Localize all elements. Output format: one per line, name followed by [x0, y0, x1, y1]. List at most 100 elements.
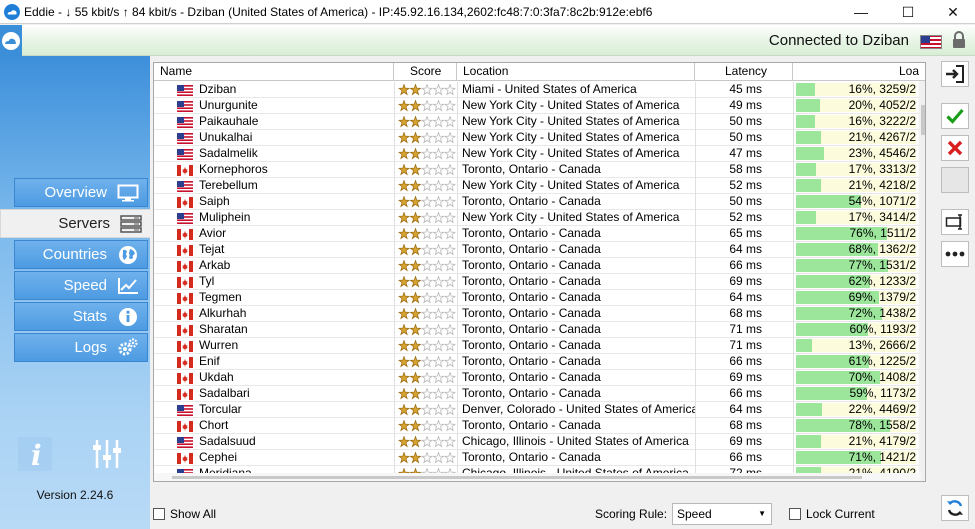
minimize-icon: —	[854, 4, 868, 20]
server-name-cell: Alkurhah	[174, 306, 392, 322]
table-row[interactable]: Tejat Toronto, Ontario - Canada 64 ms 68%, …	[154, 242, 925, 258]
column-header-latency[interactable]: Latency	[695, 63, 793, 81]
score-stars-icon	[397, 355, 456, 370]
table-row[interactable]: Sadalsuud Chicago, Illinois - United Stat…	[154, 434, 925, 450]
whitelist-add-button[interactable]	[941, 103, 969, 129]
server-name-cell: Enif	[174, 354, 392, 370]
more-options-button[interactable]	[941, 241, 969, 267]
sidebar-item-overview[interactable]: Overview	[14, 178, 148, 207]
server-name: Alkurhah	[199, 306, 247, 320]
sidebar-item-speed[interactable]: Speed	[14, 271, 148, 300]
score-stars-icon	[397, 115, 456, 130]
close-button[interactable]: ✕	[930, 0, 975, 24]
score-stars-icon	[397, 387, 456, 402]
table-row[interactable]: Tegmen Toronto, Ontario - Canada 64 ms 69%,…	[154, 290, 925, 306]
server-name-cell: Tyl	[174, 274, 392, 290]
score-cell	[394, 194, 456, 210]
server-load-text: 76%, 1511/2	[849, 226, 917, 240]
server-name: Sadalbari	[199, 386, 250, 400]
server-name: Sadalsuud	[199, 434, 256, 448]
server-load-text: 21%, 4218/2	[848, 178, 916, 192]
preferences-sliders-icon[interactable]	[90, 437, 124, 471]
table-row[interactable]: Arkab Toronto, Ontario - Canada 66 ms 77%, …	[154, 258, 925, 274]
show-all-label[interactable]: Show All	[170, 507, 216, 521]
load-bar-fill	[796, 147, 824, 160]
server-name: Chort	[199, 418, 229, 432]
table-row[interactable]: Unukalhai New York City - United States o…	[154, 130, 925, 146]
scoring-rule-select[interactable]: Speed ▼	[672, 503, 772, 525]
server-latency: 64 ms	[695, 402, 793, 418]
table-row[interactable]: Wurren Toronto, Ontario - Canada 71 ms 13%,…	[154, 338, 925, 354]
table-row[interactable]: Dziban Miami - United States of America 45…	[154, 82, 925, 98]
maximize-button[interactable]: ☐	[885, 0, 931, 24]
server-latency: 71 ms	[695, 338, 793, 354]
vertical-scrollbar[interactable]	[919, 81, 925, 481]
score-stars-icon	[397, 147, 456, 162]
main-menu-button[interactable]	[0, 25, 22, 56]
table-row[interactable]: Chort Toronto, Ontario - Canada 68 ms 78%, …	[154, 418, 925, 434]
lock-current-checkbox[interactable]	[789, 508, 801, 520]
sidebar-item-servers[interactable]: Servers	[0, 209, 150, 238]
table-row[interactable]: Tyl Toronto, Ontario - Canada 69 ms 62%, 12…	[154, 274, 925, 290]
table-row[interactable]: Paikauhale New York City - United States …	[154, 114, 925, 130]
score-stars-icon	[397, 99, 456, 114]
rename-server-button[interactable]	[941, 209, 969, 235]
ca-flag-icon	[177, 293, 193, 306]
table-row[interactable]: Ukdah Toronto, Ontario - Canada 69 ms 70%, …	[154, 370, 925, 386]
connect-button[interactable]	[941, 61, 969, 87]
server-latency: 66 ms	[695, 450, 793, 466]
server-name-cell: Muliphein	[174, 210, 392, 226]
table-row[interactable]: Avior Toronto, Ontario - Canada 65 ms 76%, …	[154, 226, 925, 242]
server-name-cell: Cephei	[174, 450, 392, 466]
horizontal-scroll-thumb[interactable]	[172, 476, 862, 479]
server-name-cell: Kornephoros	[174, 162, 392, 178]
clear-list-button[interactable]	[941, 167, 969, 193]
show-all-checkbox[interactable]	[153, 508, 165, 520]
server-latency: 64 ms	[695, 290, 793, 306]
lock-current-label[interactable]: Lock Current	[806, 507, 875, 521]
sidebar-item-stats[interactable]: Stats	[14, 302, 148, 331]
server-name-cell: Sadalsuud	[174, 434, 392, 450]
score-stars-icon	[397, 243, 456, 258]
server-latency: 58 ms	[695, 162, 793, 178]
server-location: Denver, Colorado - United States of Amer…	[457, 402, 695, 418]
table-row[interactable]: Muliphein New York City - United States o…	[154, 210, 925, 226]
ca-flag-icon	[177, 309, 193, 322]
horizontal-scrollbar[interactable]	[154, 473, 921, 481]
server-load-cell: 68%, 1362/2	[793, 242, 925, 258]
vertical-scroll-thumb[interactable]	[921, 105, 925, 135]
table-row[interactable]: Alkurhah Toronto, Ontario - Canada 68 ms 72…	[154, 306, 925, 322]
table-row[interactable]: Sadalbari Toronto, Ontario - Canada 66 ms 5…	[154, 386, 925, 402]
server-name: Tejat	[199, 242, 225, 256]
server-load-cell: 17%, 3313/2	[793, 162, 925, 178]
table-row[interactable]: Sharatan Toronto, Ontario - Canada 71 ms 60…	[154, 322, 925, 338]
table-row[interactable]: Unurgunite New York City - United States …	[154, 98, 925, 114]
blacklist-add-button[interactable]	[941, 135, 969, 161]
column-header-location[interactable]: Location	[457, 63, 695, 81]
score-cell	[394, 434, 456, 450]
column-header-name[interactable]: Name	[154, 63, 394, 81]
about-info-icon[interactable]: i	[18, 437, 52, 471]
server-latency: 71 ms	[695, 322, 793, 338]
server-load-cell: 76%, 1511/2	[793, 226, 925, 242]
column-header-score[interactable]: Score	[394, 63, 457, 81]
server-latency: 66 ms	[695, 386, 793, 402]
server-load-text: 72%, 1438/2	[848, 306, 916, 320]
server-load-cell: 72%, 1438/2	[793, 306, 925, 322]
server-load-cell: 13%, 2666/2	[793, 338, 925, 354]
server-latency: 68 ms	[695, 418, 793, 434]
table-row[interactable]: Saiph Toronto, Ontario - Canada 50 ms 54%, …	[154, 194, 925, 210]
table-row[interactable]: Torcular Denver, Colorado - United States…	[154, 402, 925, 418]
minimize-button[interactable]: —	[838, 0, 884, 24]
table-row[interactable]: Terebellum New York City - United States …	[154, 178, 925, 194]
sidebar-item-countries[interactable]: Countries	[14, 240, 148, 269]
server-name: Avior	[199, 226, 227, 240]
table-row[interactable]: Kornephoros Toronto, Ontario - Canada 58 m…	[154, 162, 925, 178]
table-row[interactable]: Sadalmelik New York City - United States …	[154, 146, 925, 162]
column-header-load[interactable]: Loa	[793, 63, 925, 81]
refresh-servers-button[interactable]	[941, 495, 969, 521]
table-row[interactable]: Cephei Toronto, Ontario - Canada 66 ms 71%,…	[154, 450, 925, 466]
server-name: Kornephoros	[199, 162, 268, 176]
table-row[interactable]: Enif Toronto, Ontario - Canada 66 ms 61%, 1…	[154, 354, 925, 370]
sidebar-item-logs[interactable]: Logs	[14, 333, 148, 362]
